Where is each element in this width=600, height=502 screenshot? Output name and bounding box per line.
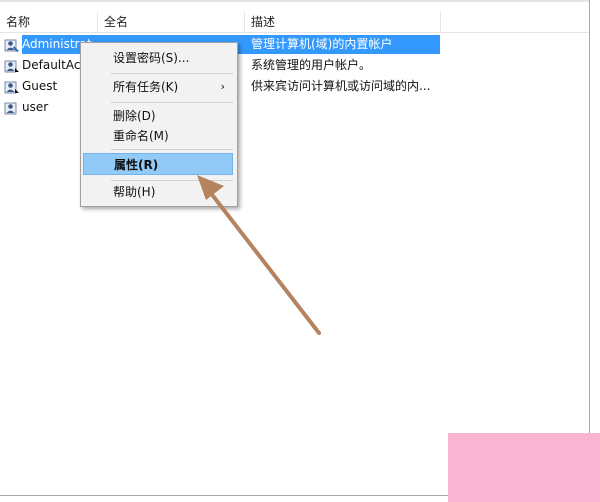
user-name: DefaultAcc	[22, 58, 88, 72]
column-header-description-label: 描述	[251, 15, 276, 29]
menu-item-label: 设置密码(S)...	[113, 51, 190, 65]
column-header-description[interactable]: 描述	[245, 12, 441, 32]
column-header-fullname[interactable]: 全名	[98, 12, 245, 32]
menu-item-all-tasks[interactable]: 所有任务(K) ›	[83, 76, 233, 98]
user-account-icon	[4, 81, 19, 94]
menu-item-label: 帮助(H)	[113, 185, 156, 199]
user-description: 管理计算机(域)的内置帐户	[251, 37, 393, 51]
menu-item-rename[interactable]: 重命名(M)	[83, 125, 233, 147]
menu-item-label: 删除(D)	[113, 109, 156, 123]
user-description	[251, 97, 441, 118]
top-border	[0, 0, 589, 2]
user-description: 系统管理的用户帐户。	[251, 58, 372, 72]
corner-color-block	[448, 433, 600, 502]
column-header-name-label: 名称	[6, 15, 31, 29]
menu-separator	[111, 102, 233, 103]
menu-item-properties[interactable]: 属性(R)	[83, 153, 233, 175]
menu-item-label: 重命名(M)	[113, 129, 169, 143]
user-name: user	[22, 100, 49, 114]
menu-item-delete[interactable]: 删除(D)	[83, 105, 233, 127]
menu-item-help[interactable]: 帮助(H)	[83, 181, 233, 203]
menu-item-set-password[interactable]: 设置密码(S)...	[83, 47, 233, 69]
user-description: 供来宾访问计算机或访问域的内...	[251, 79, 431, 93]
menu-separator	[111, 73, 233, 74]
menu-separator	[111, 149, 233, 150]
user-account-icon	[4, 39, 19, 52]
menu-item-label: 所有任务(K)	[113, 80, 179, 94]
column-header-fullname-label: 全名	[104, 15, 129, 29]
user-name: Guest	[22, 79, 58, 93]
list-header: 名称 全名 描述	[0, 12, 589, 33]
user-account-icon	[4, 60, 19, 73]
menu-item-label: 属性(R)	[114, 158, 159, 172]
submenu-arrow-icon: ›	[220, 80, 225, 93]
context-menu: 设置密码(S)... 所有任务(K) › 删除(D) 重命名(M) 属性(R) …	[80, 42, 238, 207]
column-header-name[interactable]: 名称	[0, 12, 98, 32]
user-account-icon	[4, 102, 17, 115]
